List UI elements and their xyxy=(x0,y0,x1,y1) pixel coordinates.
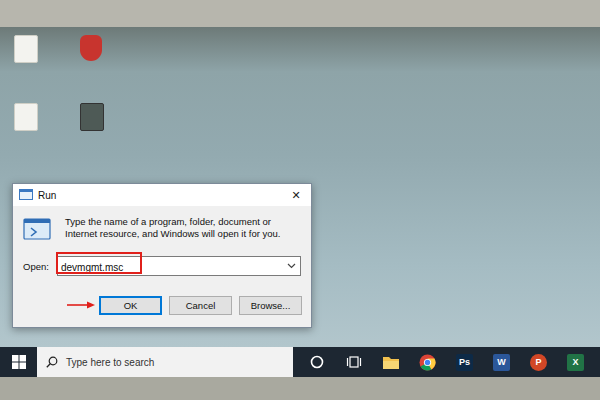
search-box[interactable]: Type here to search xyxy=(37,347,293,377)
window-title: Run xyxy=(38,190,276,201)
desktop: Run ✕ Type the name of a program, folder, … xyxy=(0,27,600,347)
folder-icon xyxy=(382,355,400,370)
taskbar: Type here to search Ps W P X xyxy=(0,347,600,377)
taskbar-app[interactable]: Ps xyxy=(451,347,478,377)
cortana-icon xyxy=(310,355,324,369)
dialog-button[interactable]: Browse... xyxy=(239,296,302,315)
highlight-box xyxy=(56,252,142,274)
button-row: OK Cancel Browse... xyxy=(13,276,311,327)
app-tile-icon: Ps xyxy=(456,354,473,371)
frame-border xyxy=(0,0,600,27)
frame-border xyxy=(0,377,600,400)
task-view-icon xyxy=(346,355,362,369)
taskbar-app[interactable] xyxy=(303,347,330,377)
desktop-icons xyxy=(14,35,106,131)
taskbar-app[interactable] xyxy=(340,347,367,377)
close-button[interactable]: ✕ xyxy=(281,189,311,202)
file-icon[interactable] xyxy=(14,35,38,63)
taskbar-app[interactable]: P xyxy=(525,347,552,377)
taskbar-app[interactable]: X xyxy=(562,347,589,377)
dialog-body: Type the name of a program, folder, docu… xyxy=(13,206,311,276)
taskbar-app[interactable] xyxy=(377,347,404,377)
windows-logo-icon[interactable] xyxy=(12,355,26,369)
dialog-button[interactable]: Cancel xyxy=(169,296,232,315)
taskbar-app[interactable]: W xyxy=(488,347,515,377)
app-icon[interactable] xyxy=(80,35,102,61)
description: Type the name of a program, folder, docu… xyxy=(65,216,301,241)
open-label: Open: xyxy=(23,261,51,272)
run-icon xyxy=(19,189,33,201)
chevron-down-icon[interactable] xyxy=(287,263,296,269)
app-tile-icon: P xyxy=(530,354,547,371)
title-bar: Run ✕ xyxy=(13,184,311,206)
chrome-icon xyxy=(419,354,436,371)
dialog-button[interactable]: OK xyxy=(99,296,162,315)
open-value: devmgmt.msc xyxy=(61,262,123,273)
screenshot: Run ✕ Type the name of a program, folder, … xyxy=(0,0,600,400)
arrow-icon xyxy=(67,301,95,309)
run-icon xyxy=(23,216,53,242)
intro: Type the name of a program, folder, docu… xyxy=(23,216,301,242)
field-value-wrap: devmgmt.msc xyxy=(61,257,287,275)
search-placeholder: Type here to search xyxy=(66,357,154,368)
app-tile-icon: W xyxy=(493,354,510,371)
app-tile-icon: X xyxy=(567,354,584,371)
file-icon[interactable] xyxy=(14,103,38,131)
open-row: Open: devmgmt.msc xyxy=(23,256,301,276)
taskbar-apps: Ps W P X xyxy=(293,347,589,377)
run-dialog: Run ✕ Type the name of a program, folder, … xyxy=(12,183,312,328)
app-icon[interactable] xyxy=(80,103,104,131)
taskbar-app[interactable] xyxy=(414,347,441,377)
open-field[interactable]: devmgmt.msc xyxy=(57,256,301,276)
search-icon xyxy=(46,356,58,368)
